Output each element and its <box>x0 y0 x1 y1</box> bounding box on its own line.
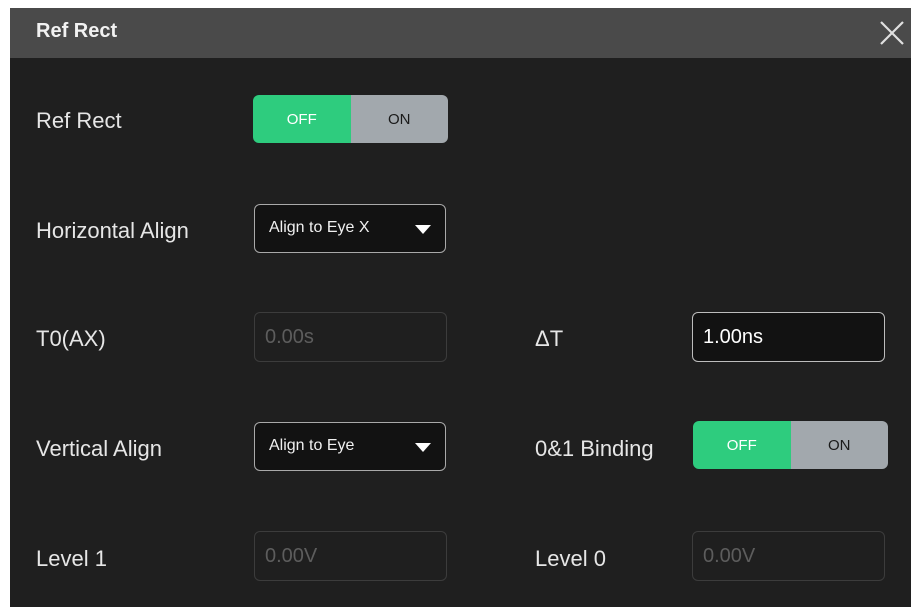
ref-rect-toggle[interactable]: OFF ON <box>253 95 448 143</box>
binding-label: 0&1 Binding <box>535 436 654 461</box>
ref-rect-off-option[interactable]: OFF <box>253 95 351 143</box>
level0-label: Level 0 <box>535 546 606 571</box>
close-icon[interactable] <box>871 12 911 54</box>
ref-rect-on-option[interactable]: ON <box>350 95 448 143</box>
level1-field: 0.00V <box>254 531 447 581</box>
level1-label: Level 1 <box>36 546 107 571</box>
horizontal-align-value: Align to Eye X <box>269 219 370 236</box>
t0-value: 0.00s <box>265 326 314 348</box>
t0-field: 0.00s <box>254 312 447 362</box>
vertical-align-label: Vertical Align <box>36 436 162 461</box>
chevron-down-icon <box>415 225 431 234</box>
level0-field: 0.00V <box>692 531 885 581</box>
ref-rect-label: Ref Rect <box>36 108 122 133</box>
ref-rect-dialog: Ref Rect Ref Rect OFF ON Horizontal Alig… <box>10 8 911 607</box>
horizontal-align-dropdown[interactable]: Align to Eye X <box>254 204 446 253</box>
level1-value: 0.00V <box>265 545 318 567</box>
vertical-align-value: Align to Eye <box>269 437 355 454</box>
delta-t-label: ΔT <box>535 326 564 351</box>
delta-t-field[interactable]: 1.00ns <box>692 312 885 362</box>
dialog-titlebar: Ref Rect <box>10 8 911 58</box>
vertical-align-dropdown[interactable]: Align to Eye <box>254 422 446 471</box>
level0-value: 0.00V <box>703 545 756 567</box>
chevron-down-icon <box>415 443 431 452</box>
dialog-title: Ref Rect <box>36 20 118 42</box>
binding-on-option[interactable]: ON <box>790 421 888 469</box>
binding-toggle[interactable]: OFF ON <box>693 421 888 469</box>
binding-off-option[interactable]: OFF <box>693 421 791 469</box>
t0-label: T0(AX) <box>36 326 106 351</box>
horizontal-align-label: Horizontal Align <box>36 218 189 243</box>
delta-t-value: 1.00ns <box>703 326 764 348</box>
